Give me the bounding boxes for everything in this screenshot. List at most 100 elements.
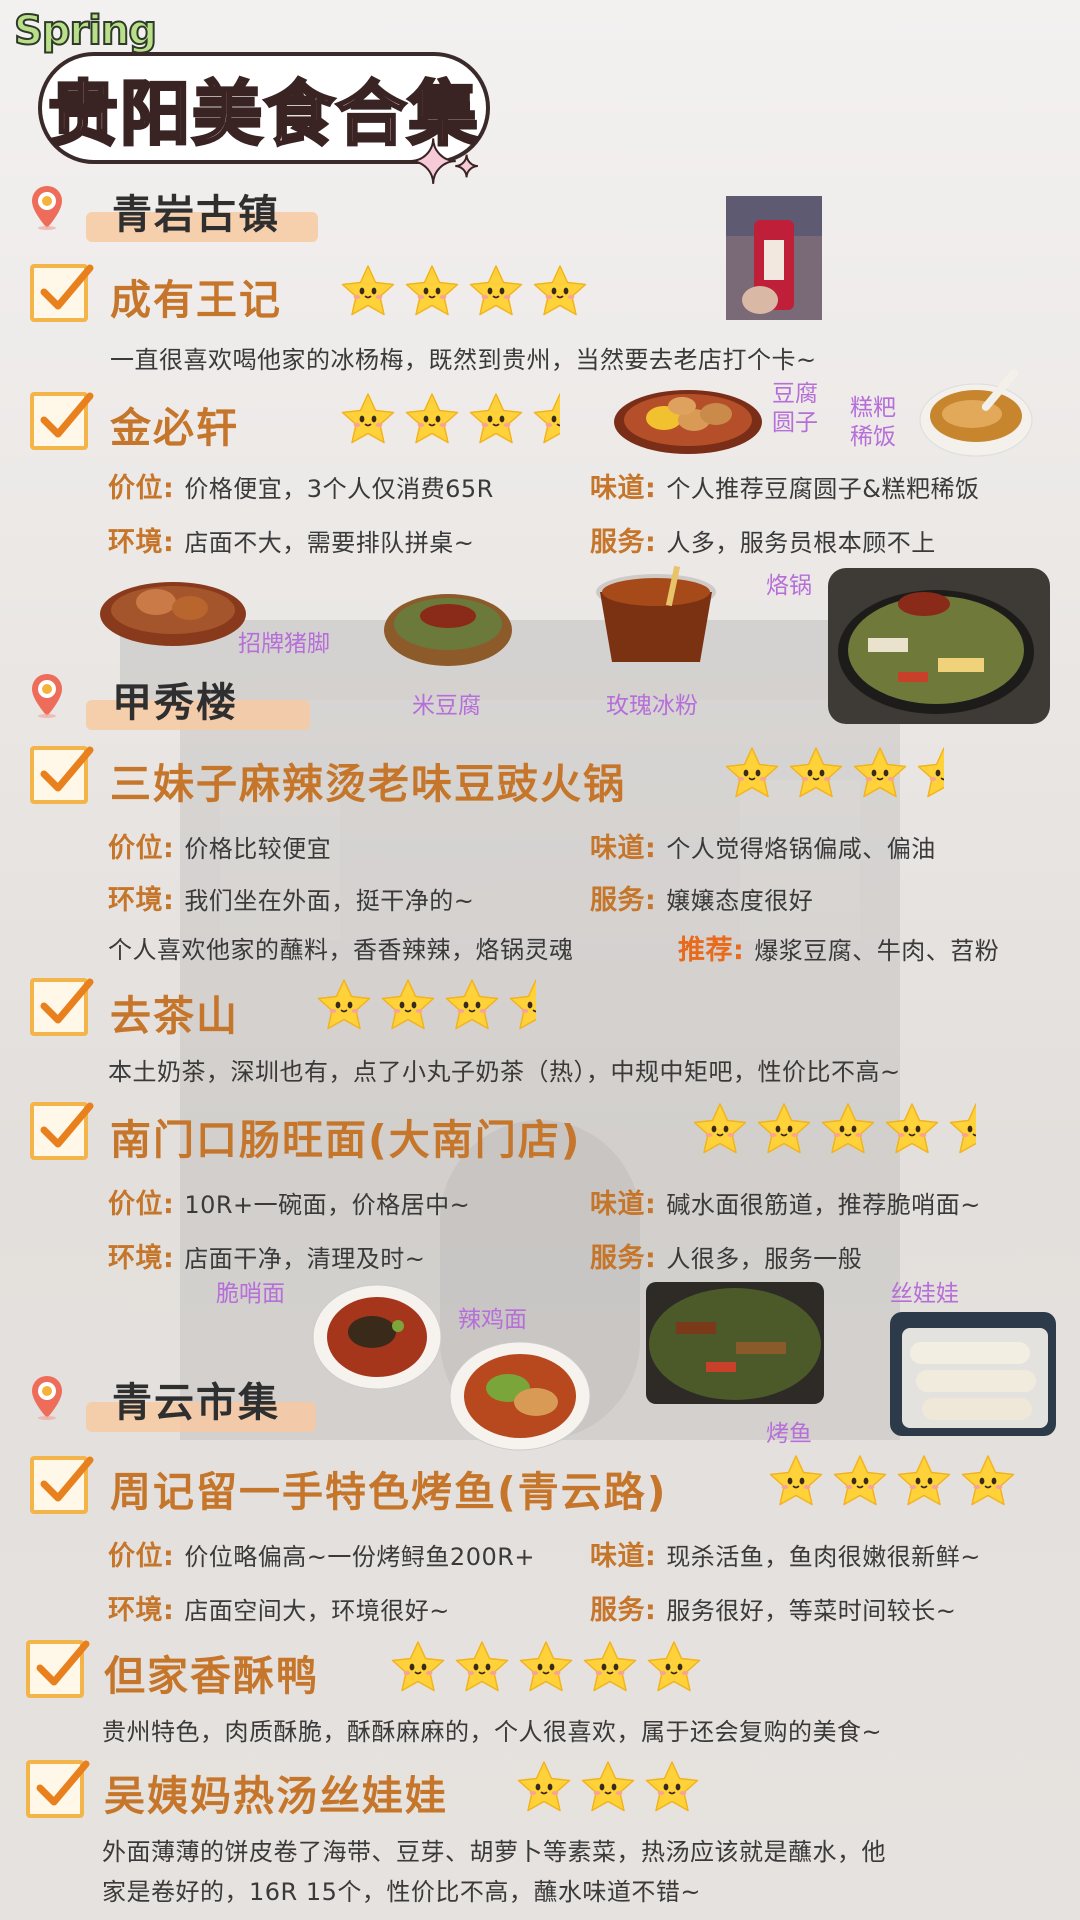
- service-row: 服务: 嬢嬢态度很好: [590, 878, 813, 917]
- taste-label: 味道:: [590, 473, 657, 504]
- restaurant-name: 三妹子麻辣烫老味豆豉火锅: [110, 760, 626, 808]
- restaurant-name: 吴姨妈热汤丝娃娃: [104, 1772, 448, 1820]
- star-icon: [516, 1638, 576, 1698]
- star-icon: [914, 744, 944, 804]
- price-row: 价位: 价位略偏高~一份烤鲟鱼200R+: [108, 1534, 535, 1573]
- photo-label: 烙锅: [766, 573, 812, 599]
- star-icon: [958, 1452, 1018, 1512]
- tofu-balls-photo: [614, 390, 762, 454]
- service-label: 服务:: [590, 527, 657, 558]
- star-icon: [442, 976, 502, 1036]
- location-pin-icon: [30, 1374, 64, 1420]
- environment-value: 我们坐在外面，挺干净的~: [184, 887, 475, 915]
- environment-row: 环境: 我们坐在外面，挺干净的~: [108, 878, 474, 917]
- photo-label: 丝娃娃: [890, 1281, 959, 1307]
- taste-label: 味道:: [590, 1189, 657, 1220]
- price-label: 价位:: [108, 833, 175, 864]
- taste-label: 味道:: [590, 1541, 657, 1572]
- star-icon: [314, 976, 374, 1036]
- star-icon: [338, 262, 398, 322]
- environment-value: 店面空间大，环境很好~: [184, 1597, 450, 1625]
- star-icon: [514, 1758, 574, 1818]
- price-row: 价位: 价格比较便宜: [108, 826, 331, 865]
- recommend-label: 推荐:: [678, 935, 745, 966]
- restaurant-note: 本土奶茶，深圳也有，点了小丸子奶茶（热），中规中矩吧，性价比不高~: [108, 1058, 901, 1086]
- environment-label: 环境:: [108, 885, 175, 916]
- star-icon: [946, 1100, 976, 1160]
- checkbox-icon: [30, 978, 88, 1036]
- taste-value: 个人觉得烙锅偏咸、偏油: [666, 835, 936, 863]
- environment-label: 环境:: [108, 1595, 175, 1626]
- star-icon: [830, 1452, 890, 1512]
- star-icon: [338, 390, 398, 450]
- star-icon: [850, 744, 910, 804]
- environment-row: 环境: 店面干净，清理及时~: [108, 1236, 425, 1275]
- rating-stars: [388, 1638, 704, 1698]
- checkbox-icon: [26, 1760, 84, 1818]
- restaurant-note-line2: 家是卷好的，16R 15个，性价比不高，蘸水味道不错~: [102, 1878, 701, 1906]
- taste-row: 味道: 现杀活鱼，鱼肉很嫩很新鲜~: [590, 1534, 981, 1573]
- service-row: 服务: 人多，服务员根本顾不上: [590, 520, 936, 559]
- rating-stars: [514, 1758, 702, 1818]
- star-icon: [766, 1452, 826, 1512]
- price-value: 10R+一碗面，价格居中~: [184, 1191, 471, 1219]
- taste-value: 现杀活鱼，鱼肉很嫩很新鲜~: [666, 1543, 981, 1571]
- taste-row: 味道: 碱水面很筋道，推荐脆哨面~: [590, 1182, 981, 1221]
- star-icon: [402, 390, 462, 450]
- environment-value: 店面不大，需要排队拼桌~: [184, 529, 475, 557]
- location-pin-icon: [30, 184, 64, 230]
- rating-stars: [722, 744, 944, 804]
- restaurant-note: 贵州特色，肉质酥脆，酥酥麻麻的，个人很喜欢，属于还会复购的美食~: [102, 1718, 883, 1746]
- checkbox-icon: [30, 1456, 88, 1514]
- service-label: 服务:: [590, 1595, 657, 1626]
- rating-stars: [766, 1452, 1018, 1512]
- service-value: 嬢嬢态度很好: [666, 887, 814, 915]
- section-title: 甲秀楼: [112, 680, 238, 726]
- photo-label: 辣鸡面: [458, 1307, 527, 1333]
- star-icon: [452, 1638, 512, 1698]
- star-icon: [786, 744, 846, 804]
- gaoba-porridge-photo: [919, 369, 1033, 457]
- price-row: 价位: 10R+一碗面，价格居中~: [108, 1182, 470, 1221]
- star-icon: [506, 976, 536, 1036]
- price-value: 价格便宜，3个人仅消费65R: [184, 475, 494, 503]
- environment-value: 店面干净，清理及时~: [184, 1245, 426, 1273]
- pig-trotters-photo: [100, 582, 246, 646]
- photo-label: 糕粑 稀饭: [850, 395, 896, 450]
- star-icon: [466, 390, 526, 450]
- taste-row: 味道: 个人推荐豆腐圆子&糕粑稀饭: [590, 466, 980, 505]
- grilled-fish-photo: [646, 1282, 824, 1404]
- checkbox-icon: [30, 264, 88, 322]
- star-icon: [580, 1638, 640, 1698]
- bayberry-drink-photo: [726, 196, 822, 320]
- restaurant-note: 一直很喜欢喝他家的冰杨梅，既然到贵州，当然要去老店打个卡~: [110, 346, 817, 374]
- price-row: 价位: 价格便宜，3个人仅消费65R: [108, 466, 494, 505]
- service-row: 服务: 人很多，服务一般: [590, 1236, 862, 1275]
- photo-label: 米豆腐: [412, 693, 481, 719]
- taste-row: 味道: 个人觉得烙锅偏咸、偏油: [590, 826, 936, 865]
- star-icon: [530, 390, 560, 450]
- checkbox-icon: [30, 746, 88, 804]
- rating-stars: [338, 262, 590, 322]
- section-title: 青云市集: [112, 1380, 280, 1426]
- environment-row: 环境: 店面空间大，环境很好~: [108, 1588, 450, 1627]
- sparkle-small-icon: ✦: [453, 149, 480, 186]
- checkbox-icon: [30, 1102, 88, 1160]
- service-row: 服务: 服务很好，等菜时间较长~: [590, 1588, 956, 1627]
- siwawa-photo: [890, 1312, 1056, 1436]
- environment-label: 环境:: [108, 527, 175, 558]
- service-value: 人很多，服务一般: [666, 1245, 863, 1273]
- checkbox-icon: [30, 392, 88, 450]
- midoufu-photo: [384, 594, 512, 666]
- price-value: 价格比较便宜: [184, 835, 332, 863]
- photo-label: 玫瑰冰粉: [606, 693, 698, 719]
- restaurant-name: 周记留一手特色烤鱼(青云路): [110, 1468, 668, 1516]
- environment-label: 环境:: [108, 1243, 175, 1274]
- service-value: 服务很好，等菜时间较长~: [666, 1597, 957, 1625]
- recommend-value: 爆浆豆腐、牛肉、苕粉: [754, 937, 1000, 965]
- service-label: 服务:: [590, 1243, 657, 1274]
- star-icon: [894, 1452, 954, 1512]
- rating-stars: [338, 390, 560, 450]
- star-icon: [466, 262, 526, 322]
- section-title: 青岩古镇: [112, 192, 280, 238]
